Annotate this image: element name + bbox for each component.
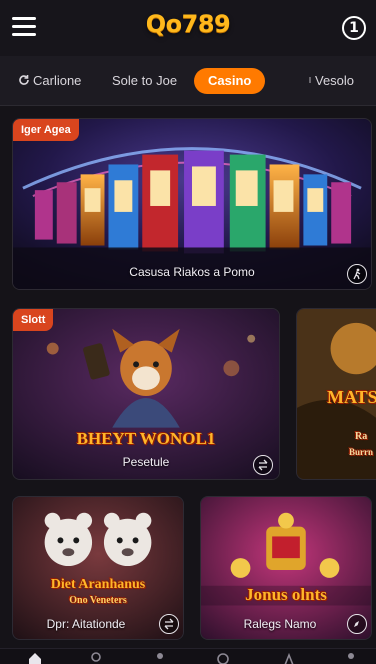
- hero-game-card[interactable]: Iger Agea Casusa Riakos a Pomo: [12, 118, 372, 290]
- tab-label: Sole to Joe: [112, 73, 178, 88]
- swap-icon: [258, 459, 268, 471]
- brand-logo[interactable]: Qo789: [0, 10, 376, 38]
- tab-vesolo[interactable]: Vesolo: [308, 68, 354, 94]
- dog-character-image: [13, 309, 279, 479]
- tab-casino[interactable]: Casino: [194, 68, 266, 94]
- account-button[interactable]: 1: [342, 16, 366, 40]
- jonus-game-card[interactable]: Jonus olnts Ralegs Namo: [200, 496, 372, 640]
- game-subtitle-art: Ono Veneters: [69, 595, 127, 606]
- tab-sole-to-joe[interactable]: Sole to Joe: [112, 68, 177, 94]
- compass-icon: [354, 621, 359, 627]
- figure-icon: [353, 268, 361, 280]
- card-action-button[interactable]: [347, 614, 367, 634]
- game-title-art: Jonus olnts: [245, 585, 327, 604]
- home-icon[interactable]: [28, 651, 42, 664]
- swap-icon: [164, 618, 174, 630]
- gift-icon[interactable]: [282, 651, 296, 664]
- bottom-nav: [0, 648, 376, 664]
- profile-icon[interactable]: [344, 651, 358, 664]
- refresh-icon: [19, 75, 29, 85]
- side-game-card[interactable]: MATS Ra Burrn: [296, 308, 376, 480]
- card-caption: Pesetule: [122, 455, 170, 469]
- card-action-button[interactable]: [253, 455, 273, 475]
- card-badge: Iger Agea: [13, 119, 79, 141]
- tab-label: Carlione: [33, 73, 82, 88]
- tab-carlione[interactable]: Carlione: [18, 68, 81, 94]
- bolt-icon: [309, 77, 311, 83]
- card-caption: Casusa Riakos a Pomo: [129, 265, 255, 279]
- app-header: Qo789 1: [0, 0, 376, 56]
- clock-icon[interactable]: [216, 651, 230, 664]
- card-action-button[interactable]: [159, 614, 179, 634]
- game-title-art: Diet Aranhanus: [50, 577, 146, 592]
- card-badge: Slott: [13, 309, 54, 331]
- search-icon[interactable]: [90, 651, 104, 664]
- card-caption: Ralegs Namo: [243, 617, 317, 631]
- game-title-art: Burrn: [349, 447, 374, 457]
- game-title-art: MATS: [327, 387, 376, 407]
- tab-label: Vesolo: [315, 73, 355, 88]
- user-icon[interactable]: [153, 651, 167, 664]
- tab-label: Casino: [208, 73, 252, 88]
- bear-game-card[interactable]: Diet Aranhanus Ono Veneters Dpr: Aitatio…: [12, 496, 184, 640]
- slot-machines-image: [13, 119, 371, 289]
- game-title-art: Ra: [355, 431, 368, 442]
- card-action-button[interactable]: [347, 264, 367, 284]
- game-title-art: BHEYT WONOL1: [76, 429, 216, 448]
- slot-game-card[interactable]: Slott BHEYT WONOL1 Pesetule: [12, 308, 280, 480]
- card-caption: Dpr: Aitationde: [46, 617, 126, 631]
- category-tabs: Carlione Sole to Joe Casino Vesolo: [0, 56, 376, 106]
